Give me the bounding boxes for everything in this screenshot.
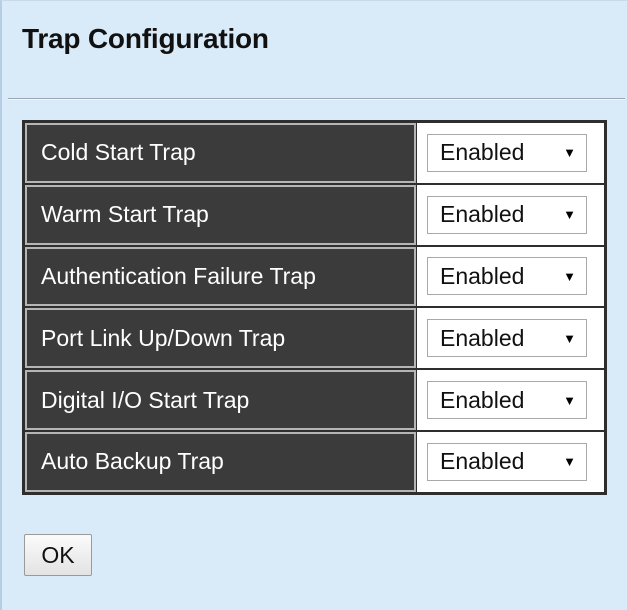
authentication-failure-trap-selected-value: Enabled [440, 262, 525, 289]
chevron-down-icon: ▼ [563, 207, 576, 223]
port-link-up-down-trap-value-cell: Enabled ▼ [417, 308, 604, 369]
port-link-up-down-trap-selected-value: Enabled [440, 324, 525, 351]
chevron-down-icon: ▼ [563, 392, 576, 408]
authentication-failure-trap-label: Authentication Failure Trap [25, 246, 416, 307]
digital-io-start-trap-select[interactable]: Enabled ▼ [427, 381, 587, 420]
table-row: Authentication Failure Trap Enabled ▼ [24, 246, 605, 308]
table-row: Port Link Up/Down Trap Enabled ▼ [24, 307, 605, 369]
ok-button[interactable]: OK [24, 534, 92, 576]
page-title: Trap Configuration [22, 23, 269, 54]
table-row: Warm Start Trap Enabled ▼ [24, 184, 605, 246]
authentication-failure-trap-select[interactable]: Enabled ▼ [427, 257, 587, 296]
port-link-up-down-trap-label: Port Link Up/Down Trap [25, 308, 416, 369]
digital-io-start-trap-selected-value: Enabled [440, 386, 525, 413]
table-row: Auto Backup Trap Enabled ▼ [24, 431, 605, 493]
warm-start-trap-label: Warm Start Trap [25, 184, 416, 245]
table-row: Cold Start Trap Enabled ▼ [24, 122, 605, 184]
table-row: Digital I/O Start Trap Enabled ▼ [24, 369, 605, 431]
trap-configuration-panel: Trap Configuration Cold Start Trap Enabl… [0, 0, 627, 610]
auto-backup-trap-value-cell: Enabled ▼ [417, 431, 604, 492]
authentication-failure-trap-value-cell: Enabled ▼ [417, 246, 604, 307]
trap-settings-table: Cold Start Trap Enabled ▼ Warm Start Tra… [22, 120, 607, 495]
cold-start-trap-label: Cold Start Trap [25, 123, 416, 183]
warm-start-trap-selected-value: Enabled [440, 201, 525, 228]
digital-io-start-trap-label: Digital I/O Start Trap [25, 370, 416, 430]
cold-start-trap-selected-value: Enabled [440, 139, 525, 166]
auto-backup-trap-select[interactable]: Enabled ▼ [427, 442, 587, 481]
auto-backup-trap-label: Auto Backup Trap [25, 431, 416, 492]
title-divider [8, 98, 625, 100]
chevron-down-icon: ▼ [563, 454, 576, 470]
auto-backup-trap-selected-value: Enabled [440, 448, 525, 475]
warm-start-trap-select[interactable]: Enabled ▼ [427, 195, 587, 234]
chevron-down-icon: ▼ [563, 145, 576, 161]
cold-start-trap-value-cell: Enabled ▼ [417, 123, 604, 183]
digital-io-start-trap-value-cell: Enabled ▼ [417, 370, 604, 430]
chevron-down-icon: ▼ [563, 268, 576, 284]
warm-start-trap-value-cell: Enabled ▼ [417, 184, 604, 245]
port-link-up-down-trap-select[interactable]: Enabled ▼ [427, 319, 587, 358]
cold-start-trap-select[interactable]: Enabled ▼ [427, 133, 587, 172]
chevron-down-icon: ▼ [563, 330, 576, 346]
